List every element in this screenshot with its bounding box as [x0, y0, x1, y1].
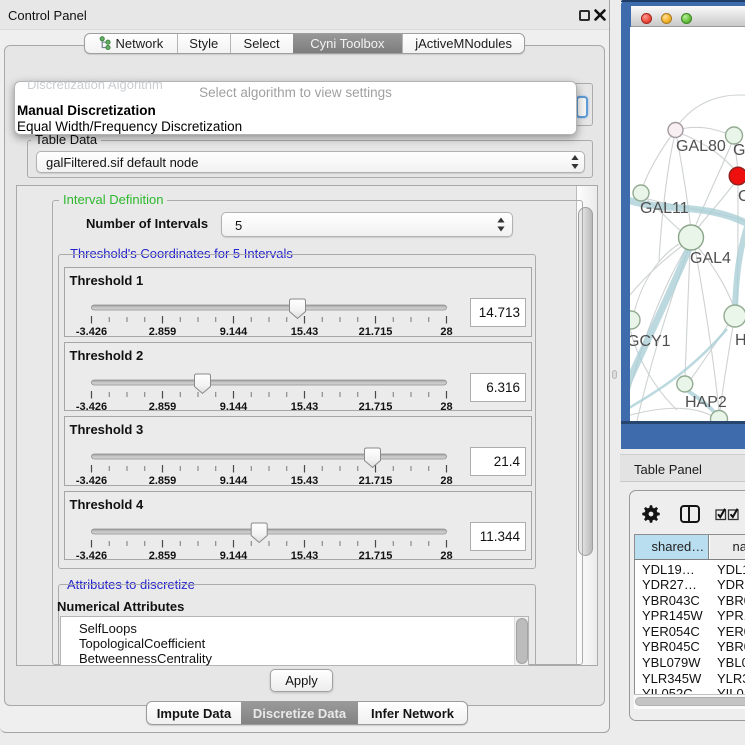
- svg-text:15.43: 15.43: [290, 401, 318, 412]
- svg-text:GAL80: GAL80: [676, 138, 726, 155]
- svg-text:GAL11: GAL11: [640, 200, 689, 217]
- svg-text:C: C: [738, 188, 745, 205]
- svg-text:2.859: 2.859: [148, 326, 176, 337]
- svg-text:-3.426: -3.426: [75, 326, 106, 337]
- svg-text:21.715: 21.715: [358, 550, 392, 561]
- svg-text:9.144: 9.144: [219, 401, 247, 412]
- svg-text:28: 28: [440, 475, 452, 486]
- svg-text:GAL4: GAL4: [690, 250, 731, 267]
- svg-text:-3.426: -3.426: [75, 475, 106, 486]
- svg-text:9.144: 9.144: [219, 550, 247, 561]
- svg-text:2.859: 2.859: [148, 475, 176, 486]
- svg-text:GA: GA: [733, 142, 745, 159]
- svg-text:28: 28: [440, 550, 452, 561]
- svg-text:HAP2: HAP2: [685, 394, 727, 411]
- svg-text:-3.426: -3.426: [75, 550, 106, 561]
- svg-text:15.43: 15.43: [290, 475, 318, 486]
- svg-text:28: 28: [440, 326, 452, 337]
- svg-text:28: 28: [440, 401, 452, 412]
- svg-text:21.715: 21.715: [358, 475, 392, 486]
- svg-text:15.43: 15.43: [290, 326, 318, 337]
- svg-text:-3.426: -3.426: [75, 401, 106, 412]
- svg-text:GCY1: GCY1: [630, 333, 671, 350]
- svg-text:2.859: 2.859: [148, 401, 176, 412]
- svg-text:15.43: 15.43: [290, 550, 318, 561]
- svg-text:21.715: 21.715: [358, 401, 392, 412]
- svg-text:9.144: 9.144: [219, 475, 247, 486]
- svg-text:9.144: 9.144: [219, 326, 247, 337]
- svg-text:2.859: 2.859: [148, 550, 176, 561]
- svg-text:H: H: [735, 332, 745, 349]
- svg-text:21.715: 21.715: [358, 326, 392, 337]
